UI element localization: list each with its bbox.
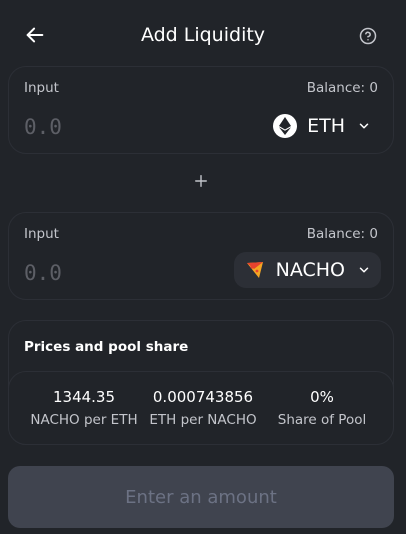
input-label: Input xyxy=(24,80,59,96)
token-select-eth[interactable]: ETH xyxy=(265,108,379,144)
stat-value: 0% xyxy=(310,388,334,406)
balance-label: Balance: 0 xyxy=(306,80,378,96)
help-button[interactable] xyxy=(357,25,379,47)
stat-value: 1344.35 xyxy=(52,388,116,406)
token-select-nacho[interactable]: NACHO xyxy=(233,252,381,288)
stat-share-of-pool: 0% Share of Pool xyxy=(260,388,384,428)
amount-input-b[interactable] xyxy=(24,257,204,289)
plus-icon xyxy=(192,172,210,190)
chevron-down-icon xyxy=(359,267,369,273)
eth-logo-icon xyxy=(273,114,298,138)
stat-nacho-per-eth: 1344.35 NACHO per ETH xyxy=(22,388,146,428)
enter-amount-button[interactable]: Enter an amount xyxy=(8,466,394,528)
stat-label: NACHO per ETH xyxy=(30,412,138,428)
pool-stats: 1344.35 NACHO per ETH 0.000743856 ETH pe… xyxy=(8,371,394,445)
header: Add Liquidity xyxy=(0,0,406,70)
nacho-logo-icon xyxy=(244,259,266,281)
input-panel-a: Input Balance: 0 ETH xyxy=(8,66,394,154)
balance-label: Balance: 0 xyxy=(306,226,378,242)
stat-label: Share of Pool xyxy=(277,412,367,428)
input-panel-b: Input Balance: 0 NACHO xyxy=(8,212,394,300)
question-circle-icon xyxy=(359,27,377,45)
pool-title: Prices and pool share xyxy=(24,339,189,355)
amount-input-a[interactable] xyxy=(24,111,204,143)
input-label: Input xyxy=(24,226,59,242)
stat-eth-per-nacho: 0.000743856 ETH per NACHO xyxy=(141,388,265,428)
pool-share-card: Prices and pool share 1344.35 NACHO per … xyxy=(8,320,394,445)
token-name: ETH xyxy=(307,115,345,137)
token-name: NACHO xyxy=(275,259,345,281)
chevron-down-icon xyxy=(359,123,369,129)
stat-label: ETH per NACHO xyxy=(149,412,257,428)
page-title: Add Liquidity xyxy=(140,24,266,46)
stat-value: 0.000743856 xyxy=(152,388,254,406)
